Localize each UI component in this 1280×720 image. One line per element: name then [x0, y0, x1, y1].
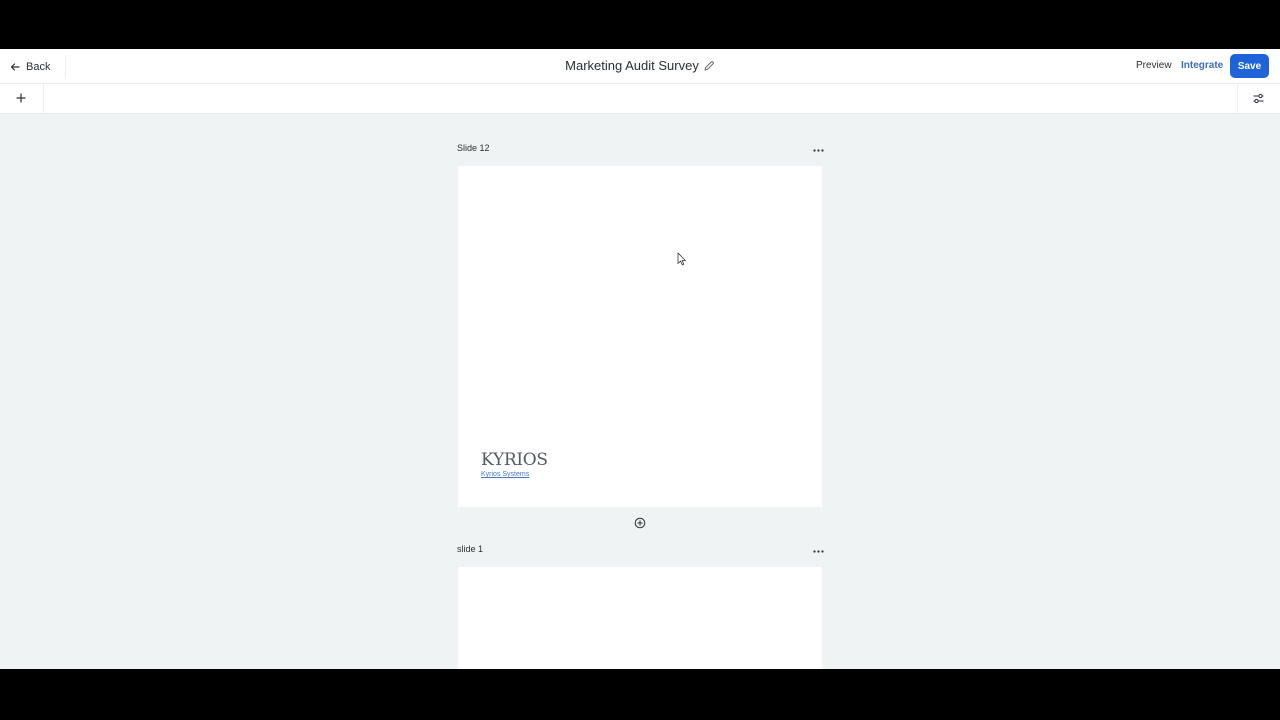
- logo-text: KYRIOS: [481, 450, 548, 470]
- integrate-button[interactable]: Integrate: [1181, 60, 1223, 71]
- logo-link[interactable]: Kyrios Systems: [481, 471, 529, 478]
- toolbar-divider-right: [1237, 84, 1238, 114]
- slide-card[interactable]: [458, 567, 822, 669]
- title-group: Marketing Audit Survey: [0, 58, 1280, 73]
- ellipsis-icon[interactable]: [811, 546, 825, 556]
- slide-title: slide 1: [457, 544, 484, 554]
- header-bar: Back Marketing Audit Survey Preview Inte…: [0, 49, 1280, 84]
- toolbar-divider-left: [43, 84, 44, 114]
- sliders-icon[interactable]: [1252, 92, 1265, 105]
- save-button[interactable]: Save: [1230, 54, 1269, 78]
- form-title[interactable]: Marketing Audit Survey: [565, 58, 699, 73]
- mouse-cursor-icon: [677, 252, 686, 266]
- plus-icon[interactable]: [14, 91, 28, 105]
- letterbox-bottom: [0, 669, 1280, 720]
- ellipsis-icon[interactable]: [811, 145, 825, 155]
- pencil-icon[interactable]: [703, 60, 715, 72]
- form-builder: Back Marketing Audit Survey Preview Inte…: [0, 49, 1280, 669]
- preview-button[interactable]: Preview: [1136, 60, 1172, 71]
- slide-card[interactable]: KYRIOS Kyrios Systems: [458, 166, 822, 507]
- toolbar: [0, 84, 1280, 114]
- slide-title: Slide 12: [457, 143, 490, 153]
- plus-circle-icon[interactable]: [634, 517, 646, 529]
- letterbox-top: [0, 0, 1280, 49]
